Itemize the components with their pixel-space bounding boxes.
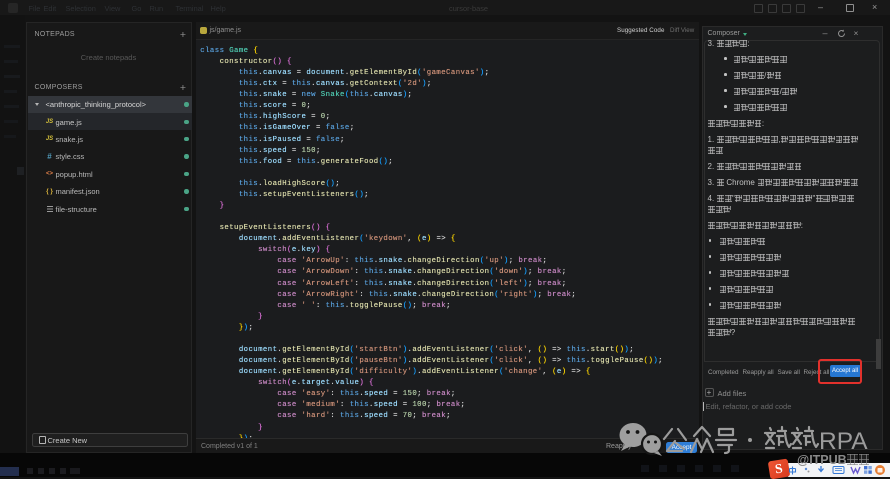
svg-text:RPA: RPA [819, 428, 868, 455]
